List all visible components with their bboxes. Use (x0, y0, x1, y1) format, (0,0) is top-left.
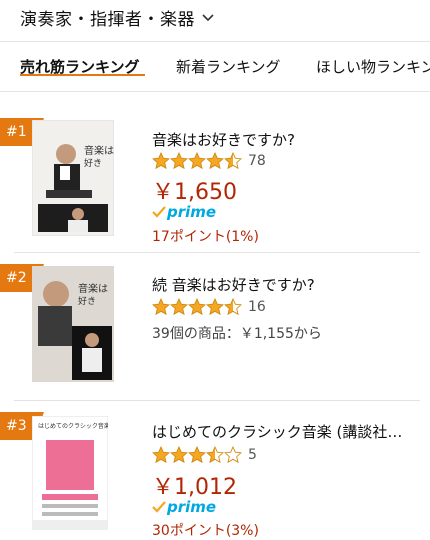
book-cover-image[interactable]: 音楽は 好き (32, 266, 114, 382)
chevron-down-icon (202, 14, 214, 22)
svg-text:はじめてのクラシック音楽: はじめてのクラシック音楽 (38, 422, 108, 430)
divider (14, 400, 420, 401)
star-rating (152, 446, 242, 463)
rating[interactable]: 5 (152, 446, 257, 463)
star-icon (152, 152, 170, 169)
active-tab-indicator (20, 74, 145, 76)
star-icon (206, 298, 224, 315)
tab-wishlist[interactable]: ほしい物ランキング (316, 56, 430, 77)
svg-text:好き: 好き (78, 295, 96, 307)
svg-text:音楽は: 音楽は (84, 144, 114, 157)
star-icon (206, 446, 224, 463)
offers-summary[interactable]: 39個の商品：￥1,155から (152, 323, 322, 343)
price: ￥1,650 (152, 180, 237, 205)
review-count: 16 (248, 298, 266, 315)
points: 30ポイント(3%) (152, 523, 259, 539)
check-icon (152, 501, 166, 513)
divider (14, 252, 420, 253)
star-icon (224, 446, 242, 463)
star-rating (152, 152, 242, 169)
star-icon (152, 446, 170, 463)
star-icon (152, 298, 170, 315)
review-count: 5 (248, 446, 257, 463)
product-title[interactable]: 音楽はお好きですか? (152, 129, 420, 150)
rating[interactable]: 16 (152, 298, 266, 315)
ranking-tabs: 売れ筋ランキング 新着ランキング ほしい物ランキング (0, 42, 430, 90)
star-icon (188, 298, 206, 315)
star-icon (170, 446, 188, 463)
rating[interactable]: 78 (152, 152, 266, 169)
category-title: 演奏家・指揮者・楽器 (20, 9, 195, 30)
points: 17ポイント(1%) (152, 229, 259, 245)
star-icon (224, 152, 242, 169)
prime-badge: prime (152, 498, 216, 516)
review-count: 78 (248, 152, 266, 169)
svg-text:好き: 好き (84, 157, 102, 169)
tab-new-releases[interactable]: 新着ランキング (176, 56, 281, 77)
product-title[interactable]: 続 音楽はお好きですか? (152, 274, 420, 295)
book-cover-image[interactable]: 音楽は 好き (32, 120, 114, 236)
star-rating (152, 298, 242, 315)
star-icon (206, 152, 224, 169)
product-title[interactable]: はじめてのクラシック音楽 (講談社… (152, 421, 420, 442)
prime-badge: prime (152, 203, 216, 221)
category-header[interactable]: 演奏家・指揮者・楽器 (0, 0, 430, 34)
price: ￥1,012 (152, 475, 237, 500)
star-icon (188, 152, 206, 169)
check-icon (152, 206, 166, 218)
divider (0, 91, 430, 92)
star-icon (224, 298, 242, 315)
svg-text:音楽は: 音楽は (78, 282, 108, 295)
star-icon (170, 152, 188, 169)
star-icon (188, 446, 206, 463)
star-icon (170, 298, 188, 315)
book-cover-image[interactable]: はじめてのクラシック音楽 (32, 416, 108, 530)
